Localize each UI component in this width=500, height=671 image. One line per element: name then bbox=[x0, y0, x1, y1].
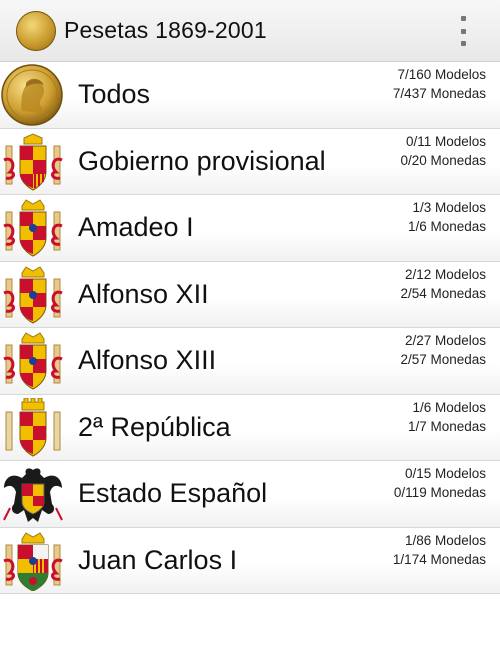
item-label: Estado Español bbox=[78, 478, 268, 508]
models-count: 2/12 Modelos bbox=[404, 266, 486, 282]
eagle-coat-of-arms-icon bbox=[3, 468, 63, 522]
coat-of-arms-icon bbox=[3, 265, 63, 324]
item-counts: 1/3 Modelos 1/6 Monedas bbox=[408, 198, 486, 236]
item-counts: 1/86 Modelos 1/174 Monedas bbox=[393, 531, 486, 569]
list-item-alfonso-xiii[interactable]: Alfonso XIII 2/27 Modelos 2/57 Monedas bbox=[0, 328, 500, 395]
app-title: Pesetas 1869-2001 bbox=[64, 17, 267, 43]
period-list: Todos 7/160 Modelos 7/437 Monedas Gobier… bbox=[0, 62, 500, 594]
coins-count: 7/437 Monedas bbox=[392, 86, 486, 101]
list-item-estado-espanol[interactable]: Estado Español 0/15 Modelos 0/119 Moneda… bbox=[0, 461, 500, 528]
models-count: 1/86 Modelos bbox=[404, 532, 486, 548]
coat-of-arms-icon bbox=[3, 132, 63, 191]
coat-of-arms-icon bbox=[3, 531, 63, 591]
coat-of-arms-icon bbox=[3, 199, 63, 257]
item-label: Alfonso XIII bbox=[78, 345, 217, 375]
action-bar: Pesetas 1869-2001 bbox=[0, 0, 500, 62]
item-label: Gobierno provisional bbox=[78, 145, 326, 176]
models-count: 0/15 Modelos bbox=[404, 466, 486, 481]
list-item-todos[interactable]: Todos 7/160 Modelos 7/437 Monedas bbox=[0, 62, 500, 129]
item-counts: 0/15 Modelos 0/119 Monedas bbox=[394, 464, 486, 502]
item-counts: 7/160 Modelos 7/437 Monedas bbox=[393, 65, 486, 103]
coins-count: 0/20 Monedas bbox=[400, 152, 486, 168]
coins-count: 2/54 Monedas bbox=[400, 285, 486, 301]
republic-coat-of-arms-icon bbox=[5, 397, 61, 457]
list-item-alfonso-xii[interactable]: Alfonso XII 2/12 Modelos 2/54 Monedas bbox=[0, 261, 500, 328]
item-label: Juan Carlos I bbox=[78, 544, 238, 575]
coins-count: 1/7 Monedas bbox=[407, 418, 486, 434]
models-count: 0/11 Modelos bbox=[405, 133, 486, 149]
coins-count: 1/6 Monedas bbox=[407, 219, 486, 234]
list-item-amadeo-i[interactable]: Amadeo I 1/3 Modelos 1/6 Monedas bbox=[0, 195, 500, 262]
list-item-juan-carlos-i[interactable]: Juan Carlos I 1/86 Modelos 1/174 Monedas bbox=[0, 527, 500, 594]
coat-of-arms-icon bbox=[3, 332, 63, 390]
models-count: 1/6 Modelos bbox=[412, 399, 486, 415]
item-label: 2ª República bbox=[78, 411, 231, 442]
list-item-2a-republica[interactable]: 2ª República 1/6 Modelos 1/7 Monedas bbox=[0, 394, 500, 461]
models-count: 1/3 Modelos bbox=[412, 200, 486, 215]
item-label: Amadeo I bbox=[78, 212, 194, 242]
item-counts: 1/6 Modelos 1/7 Monedas bbox=[408, 398, 486, 436]
coins-count: 2/57 Monedas bbox=[400, 352, 486, 367]
coins-count: 0/119 Monedas bbox=[393, 485, 486, 500]
item-counts: 2/12 Modelos 2/54 Monedas bbox=[400, 265, 486, 303]
item-label: Alfonso XII bbox=[78, 278, 209, 309]
item-counts: 0/11 Modelos 0/20 Monedas bbox=[400, 132, 486, 170]
gold-coin-icon[interactable] bbox=[16, 11, 56, 51]
models-count: 2/27 Modelos bbox=[404, 333, 486, 348]
list-item-gobierno-provisional[interactable]: Gobierno provisional 0/11 Modelos 0/20 M… bbox=[0, 128, 500, 195]
overflow-menu-icon[interactable] bbox=[452, 16, 474, 46]
item-counts: 2/27 Modelos 2/57 Monedas bbox=[400, 331, 486, 369]
item-label: Todos bbox=[78, 79, 151, 109]
models-count: 7/160 Modelos bbox=[397, 67, 486, 82]
coins-count: 1/174 Monedas bbox=[392, 551, 486, 567]
gold-coin-portrait-icon bbox=[1, 64, 63, 126]
